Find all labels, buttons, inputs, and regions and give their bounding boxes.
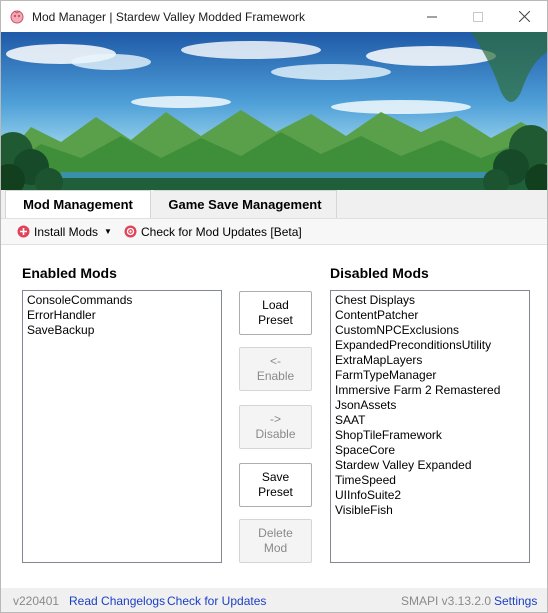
list-item[interactable]: CustomNPCExclusions [335, 323, 529, 338]
list-item[interactable]: SAAT [335, 413, 529, 428]
enable-button[interactable]: <- Enable [239, 347, 312, 391]
refresh-icon [124, 225, 137, 238]
list-item[interactable]: SaveBackup [27, 323, 221, 338]
maximize-button[interactable] [455, 1, 501, 32]
install-mods-label: Install Mods [34, 224, 99, 239]
list-item[interactable]: Stardew Valley Expanded [335, 458, 529, 473]
check-for-updates-link[interactable]: Check for Updates [167, 594, 266, 608]
list-item[interactable]: JsonAssets [335, 398, 529, 413]
read-changelogs-link[interactable]: Read Changelogs [69, 594, 165, 608]
settings-link[interactable]: Settings [494, 594, 537, 608]
list-item[interactable]: ContentPatcher [335, 308, 529, 323]
list-item[interactable]: UIInfoSuite2 [335, 488, 529, 503]
window-title: Mod Manager | Stardew Valley Modded Fram… [32, 10, 306, 24]
status-bar: v220401 Read Changelogs Check for Update… [1, 588, 547, 612]
disabled-mods-list[interactable]: Chest Displays ContentPatcher CustomNPCE… [330, 290, 530, 563]
list-item[interactable]: ShopTileFramework [335, 428, 529, 443]
list-item[interactable]: Chest Displays [335, 293, 529, 308]
install-mods-dropdown[interactable]: Install Mods ▼ [17, 219, 112, 244]
smapi-version-label: SMAPI v3.13.2.0 [401, 594, 492, 608]
list-item[interactable]: ConsoleCommands [27, 293, 221, 308]
tab-game-save-management[interactable]: Game Save Management [154, 190, 337, 218]
check-mod-updates-button[interactable]: Check for Mod Updates [Beta] [124, 219, 302, 244]
mod-management-panel: Enabled Mods Disabled Mods ConsoleComman… [1, 245, 547, 588]
list-item[interactable]: TimeSpeed [335, 473, 529, 488]
app-version-label: v220401 [13, 594, 60, 608]
stardew-banner-image [1, 32, 547, 190]
maximize-icon [473, 11, 483, 22]
title-bar[interactable]: Mod Manager | Stardew Valley Modded Fram… [1, 1, 547, 32]
chevron-down-icon: ▼ [104, 227, 112, 236]
load-preset-button[interactable]: Load Preset [239, 291, 312, 335]
list-item[interactable]: ExtraMapLayers [335, 353, 529, 368]
add-circle-icon [17, 225, 30, 238]
list-item[interactable]: ExpandedPreconditionsUtility [335, 338, 529, 353]
minimize-button[interactable] [409, 1, 455, 32]
list-item[interactable]: FarmTypeManager [335, 368, 529, 383]
list-item[interactable]: ErrorHandler [27, 308, 221, 323]
save-preset-button[interactable]: Save Preset [239, 463, 312, 507]
check-mod-updates-label: Check for Mod Updates [Beta] [141, 224, 302, 239]
app-logo-icon [9, 8, 25, 24]
close-icon [518, 11, 530, 22]
delete-mod-button[interactable]: Delete Mod [239, 519, 312, 563]
tab-strip: Mod Management Game Save Management [1, 190, 547, 218]
list-item[interactable]: Immersive Farm 2 Remastered [335, 383, 529, 398]
toolbar: Install Mods ▼ Check for Mod Updates [Be… [1, 218, 547, 245]
tab-mod-management[interactable]: Mod Management [5, 190, 151, 218]
close-button[interactable] [501, 1, 547, 32]
enabled-mods-heading: Enabled Mods [22, 265, 117, 281]
list-item[interactable]: VisibleFish [335, 503, 529, 518]
enabled-mods-list[interactable]: ConsoleCommands ErrorHandler SaveBackup [22, 290, 222, 563]
disabled-mods-heading: Disabled Mods [330, 265, 429, 281]
app-window: Mod Manager | Stardew Valley Modded Fram… [0, 0, 548, 613]
disable-button[interactable]: -> Disable [239, 405, 312, 449]
minimize-icon [427, 16, 437, 17]
list-item[interactable]: SpaceCore [335, 443, 529, 458]
